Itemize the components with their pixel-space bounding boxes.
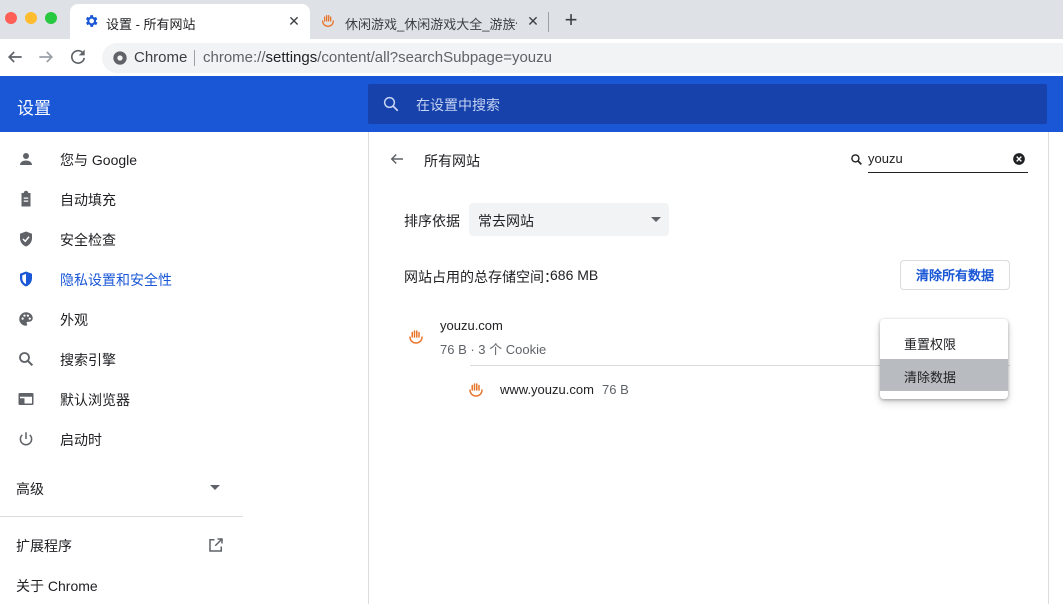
- sidebar-item-label: 安全检查: [60, 232, 116, 248]
- sort-dropdown[interactable]: 常去网站: [469, 203, 669, 236]
- chevron-down-icon[interactable]: [210, 485, 220, 490]
- person-icon: [20, 153, 32, 165]
- open-in-new-icon[interactable]: [207, 536, 225, 554]
- sidebar-item-about-chrome[interactable]: 关于 Chrome: [16, 576, 98, 596]
- menu-item-label: 重置权限: [904, 337, 957, 352]
- subpage-title: 所有网站: [424, 153, 480, 169]
- url-host: settings: [265, 49, 318, 66]
- zoom-window-button[interactable]: [45, 12, 57, 24]
- chevron-down-icon: [651, 217, 661, 222]
- forward-arrow-icon[interactable]: [36, 47, 56, 67]
- sidebar-item-safety-check[interactable]: 安全检查: [0, 219, 243, 259]
- sidebar: 您与 Google 自动填充 安全检查 隐私设置和安全性 外观 搜索引擎 默认浏…: [0, 132, 243, 604]
- new-tab-button[interactable]: +: [561, 9, 581, 31]
- reload-icon[interactable]: [68, 47, 88, 67]
- settings-search-bar[interactable]: [368, 84, 1047, 126]
- sidebar-item-label: 自动填充: [60, 192, 116, 208]
- subsite-size: 76 B: [602, 382, 629, 397]
- site-search-input[interactable]: youzu: [868, 150, 1028, 173]
- clear-search-icon[interactable]: [1012, 152, 1026, 166]
- tab-separator: [548, 12, 549, 32]
- omnibox-separator: [194, 50, 195, 66]
- clipboard-icon: [21, 190, 31, 207]
- sidebar-item-extensions[interactable]: 扩展程序: [16, 536, 72, 556]
- shield-check-icon: [20, 231, 32, 247]
- shield-privacy-icon: [20, 271, 32, 287]
- minimize-window-button[interactable]: [25, 12, 37, 24]
- sidebar-item-label: 外观: [60, 312, 88, 328]
- menu-item-clear-data[interactable]: 清除数据: [880, 359, 1008, 391]
- site-meta: 76 B · 3 个 Cookie: [440, 342, 547, 357]
- search-icon: [19, 352, 34, 367]
- url-scheme: chrome://: [203, 49, 266, 66]
- chrome-logo-icon: [113, 51, 127, 65]
- clear-all-data-button[interactable]: 清除所有数据: [900, 260, 1010, 290]
- site-search-value: youzu: [868, 151, 903, 166]
- tab-title: 休闲游戏_休闲游戏大全_游族休闲: [345, 17, 517, 32]
- omnibox-chip-label: Chrome: [134, 49, 188, 66]
- sidebar-item-appearance[interactable]: 外观: [0, 299, 243, 339]
- search-icon: [851, 154, 862, 165]
- close-window-button[interactable]: [5, 12, 17, 24]
- sidebar-item-label: 搜索引擎: [60, 352, 116, 368]
- storage-value: 686 MB: [550, 267, 599, 283]
- menu-item-label: 清除数据: [904, 370, 957, 385]
- youzu-favicon-icon: [322, 15, 334, 28]
- tab-close-button[interactable]: ✕: [525, 13, 541, 29]
- back-arrow-icon[interactable]: [5, 47, 25, 67]
- sidebar-item-label: 默认浏览器: [60, 392, 130, 408]
- address-bar[interactable]: Chrome chrome://settings/content/all?sea…: [102, 43, 1063, 73]
- menu-item-reset-permissions[interactable]: 重置权限: [880, 326, 1008, 358]
- site-name[interactable]: youzu.com: [440, 318, 503, 333]
- sidebar-item-label: 您与 Google: [60, 152, 138, 168]
- sidebar-advanced[interactable]: 高级: [16, 479, 44, 499]
- search-icon: [383, 96, 399, 112]
- sort-label: 排序依据: [404, 213, 460, 229]
- browser-toolbar: Chrome chrome://settings/content/all?sea…: [0, 39, 1063, 77]
- sidebar-item-label: 隐私设置和安全性: [60, 272, 172, 288]
- palette-icon: [19, 312, 33, 326]
- storage-label: 网站占用的总存储空间：: [404, 269, 558, 285]
- back-arrow-icon[interactable]: [388, 150, 406, 168]
- settings-search-input[interactable]: [414, 84, 1018, 126]
- youzu-favicon-icon: [469, 383, 483, 397]
- settings-gear-icon: [85, 15, 98, 27]
- tab-close-button[interactable]: ✕: [286, 13, 302, 29]
- sidebar-item-privacy-security[interactable]: 隐私设置和安全性: [0, 259, 243, 299]
- browser-window-icon: [18, 393, 34, 405]
- url-path: /content/all?searchSubpage=youzu: [317, 49, 552, 66]
- sidebar-item-default-browser[interactable]: 默认浏览器: [0, 379, 243, 419]
- sort-selected-value: 常去网站: [478, 213, 534, 229]
- youzu-favicon-icon: [409, 330, 423, 344]
- settings-header: 设置: [0, 76, 1063, 132]
- site-context-menu: 重置权限 清除数据: [880, 319, 1008, 399]
- page-title: 设置: [17, 99, 51, 118]
- sidebar-divider: [0, 516, 243, 517]
- sidebar-item-autofill[interactable]: 自动填充: [0, 179, 243, 219]
- sidebar-item-label: 启动时: [60, 432, 102, 448]
- sidebar-item-search-engine[interactable]: 搜索引擎: [0, 339, 243, 379]
- url-text: chrome://settings/content/all?searchSubp…: [203, 49, 552, 66]
- subsite-name[interactable]: www.youzu.com: [500, 382, 594, 397]
- tab-strip: 设置 - 所有网站 ✕ 休闲游戏_休闲游戏大全_游族休闲 ✕ +: [0, 0, 1063, 39]
- tab-youzu[interactable]: 休闲游戏_休闲游戏大全_游族休闲 ✕: [312, 4, 548, 39]
- power-icon: [19, 432, 33, 446]
- tab-title: 设置 - 所有网站: [106, 17, 196, 32]
- sidebar-item-you-and-google[interactable]: 您与 Google: [0, 139, 243, 179]
- sidebar-item-on-startup[interactable]: 启动时: [0, 419, 243, 459]
- tab-settings[interactable]: 设置 - 所有网站 ✕: [70, 4, 310, 39]
